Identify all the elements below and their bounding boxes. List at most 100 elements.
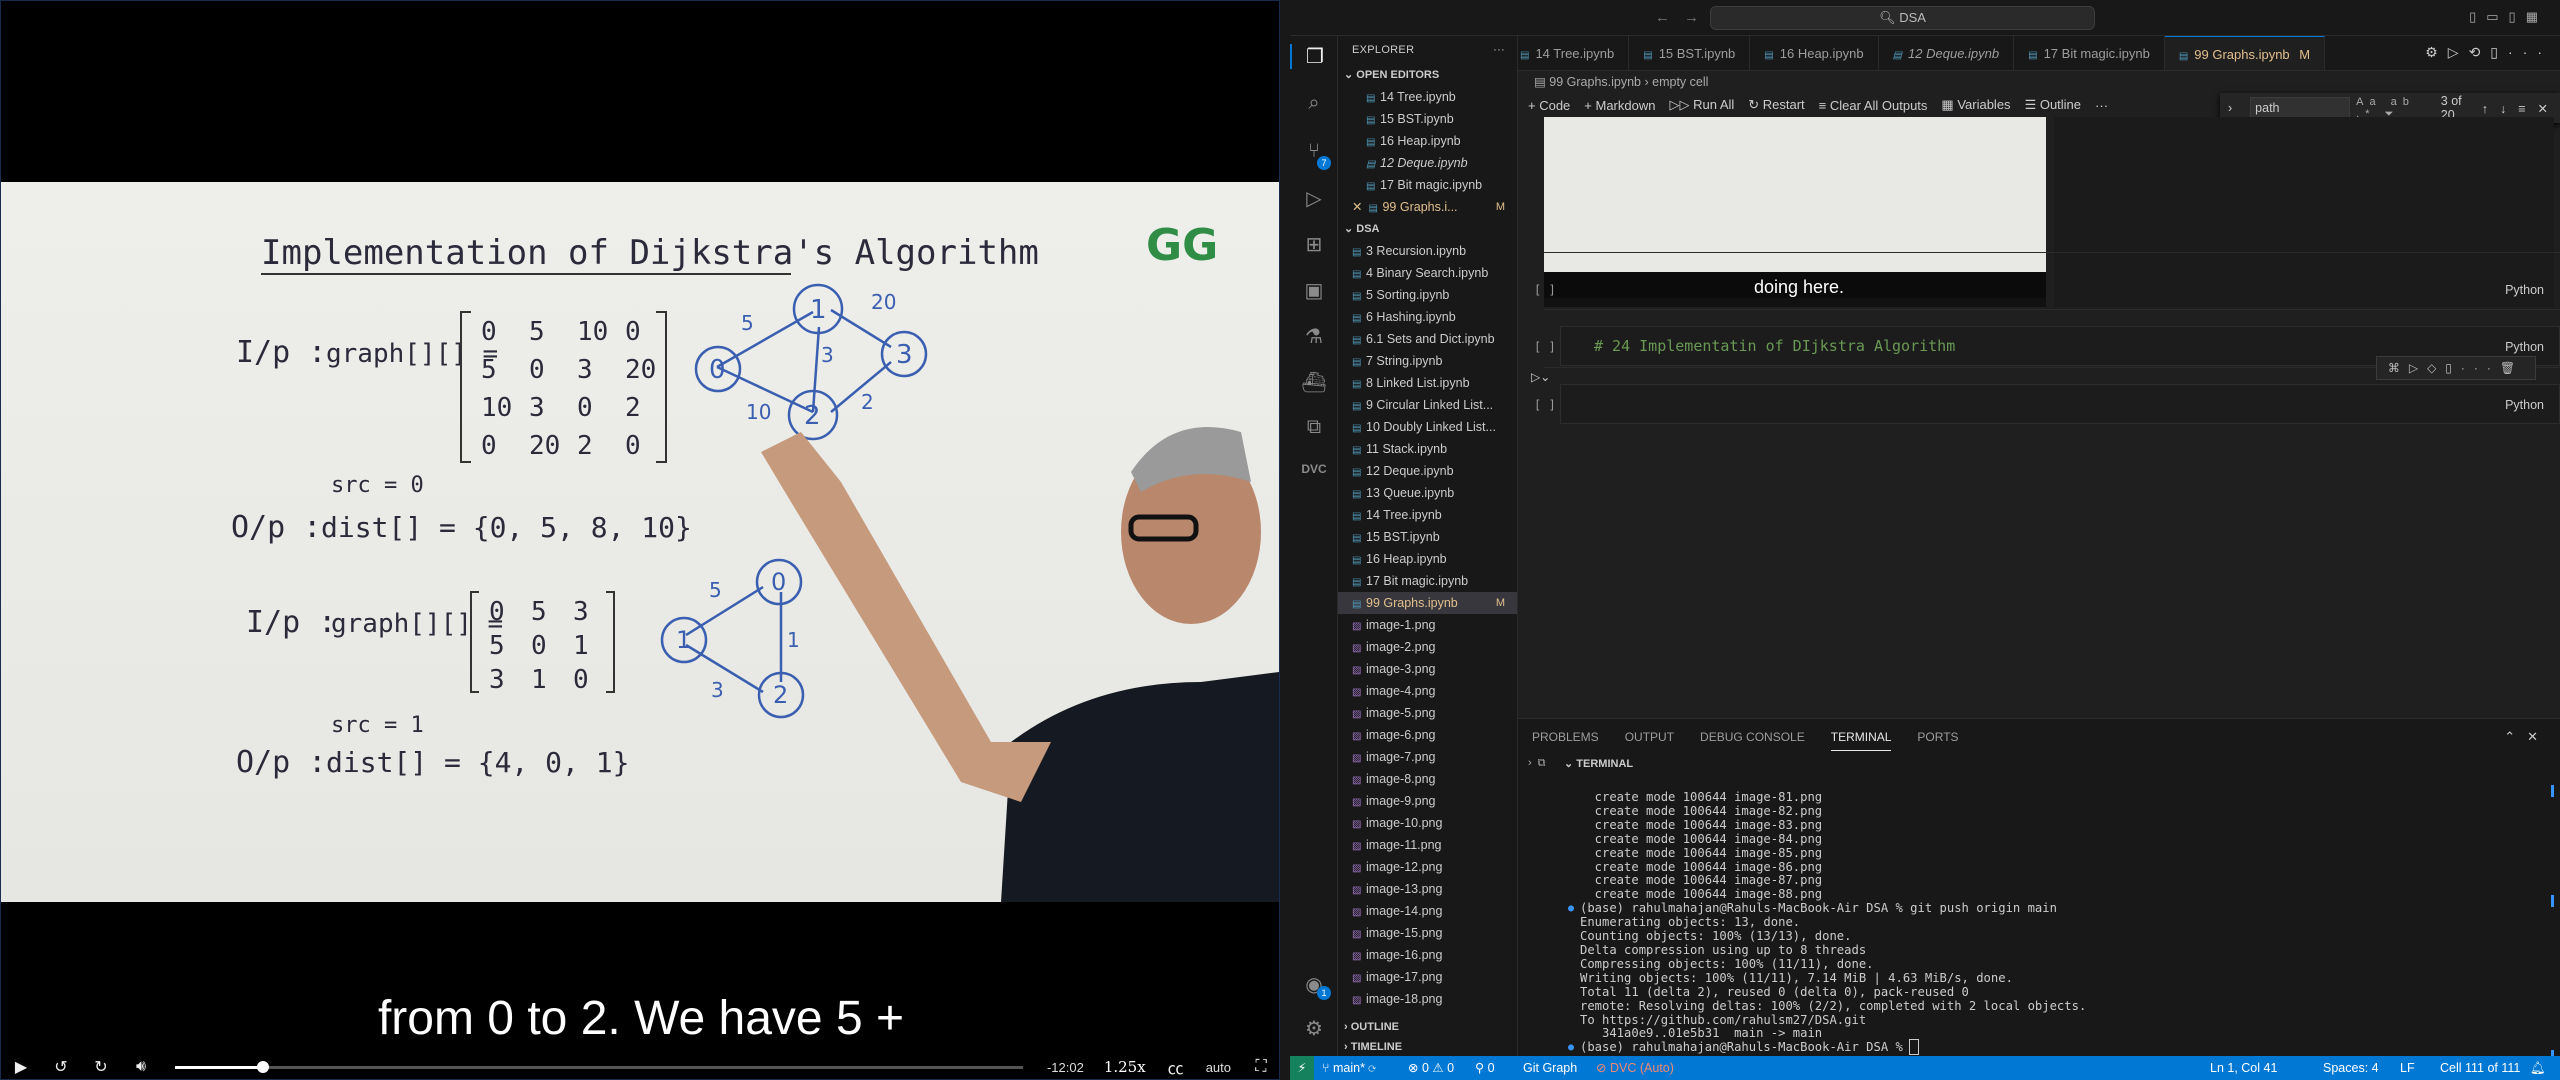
timeline-header[interactable]: › TIMELINE xyxy=(1338,1036,1517,1056)
branch-status[interactable]: ⑂ main* ⟳ xyxy=(1322,1056,1376,1080)
terminal-side-icons[interactable]: ›⧉ xyxy=(1528,757,1552,770)
toolbar-run-all-button[interactable]: ▷▷ Run All xyxy=(1669,97,1734,113)
settings-gear-icon[interactable]: ⚙ xyxy=(1290,1016,1338,1041)
file-item[interactable]: ▨ image-9.png xyxy=(1338,790,1517,812)
explorer-icon[interactable]: ❐ xyxy=(1290,44,1338,69)
open-editor-item[interactable]: ▤ 14 Tree.ipynb xyxy=(1338,86,1517,108)
file-item[interactable]: ▨ image-5.png xyxy=(1338,702,1517,724)
cell-status[interactable]: Cell 111 of 111 xyxy=(2440,1056,2520,1080)
nav-arrows[interactable]: ←→ xyxy=(1655,9,1713,26)
toolbar-variables-button[interactable]: ▦ Variables xyxy=(1941,97,2010,113)
file-item[interactable]: ▨ image-4.png xyxy=(1338,680,1517,702)
extensions-icon[interactable]: ⊞ xyxy=(1290,232,1338,257)
forward-icon[interactable]: ↻ xyxy=(81,1057,121,1077)
editor-tab[interactable]: ▤ 14 Tree.ipynb xyxy=(1518,36,1630,70)
toolbar-outline-button[interactable]: ☰ Outline xyxy=(2025,97,2081,113)
jupyter-icon[interactable]: ⧉ xyxy=(1290,416,1338,439)
panel-tab-debug-console[interactable]: DEBUG CONSOLE xyxy=(1700,724,1805,750)
file-item[interactable]: ▤ 8 Linked List.ipynb xyxy=(1338,372,1517,394)
file-item[interactable]: ▨ image-2.png xyxy=(1338,636,1517,658)
file-item[interactable]: ▤ 99 Graphs.ipynb M xyxy=(1338,592,1517,614)
docker-icon[interactable]: ⛴ xyxy=(1290,370,1338,395)
file-item[interactable]: ▨ image-13.png xyxy=(1338,878,1517,900)
file-item[interactable]: ▤ 3 Recursion.ipynb xyxy=(1338,240,1517,262)
panel-actions[interactable]: ⌃✕ xyxy=(2504,729,2550,745)
video-player[interactable]: Implementation of Dijkstra's Algorithm G… xyxy=(0,0,1280,1080)
source-control-icon[interactable]: ⑂ xyxy=(1290,140,1338,163)
file-item[interactable]: ▤ 16 Heap.ipynb xyxy=(1338,548,1517,570)
ports-status[interactable]: ⚲ 0 xyxy=(1475,1056,1495,1080)
file-item[interactable]: ▤ 7 String.ipynb xyxy=(1338,350,1517,372)
open-editor-item[interactable]: ▤ 15 BST.ipynb xyxy=(1338,108,1517,130)
open-editors-header[interactable]: ⌄ OPEN EDITORS xyxy=(1338,64,1517,86)
seek-bar[interactable] xyxy=(175,1060,1023,1073)
file-item[interactable]: ▤ 17 Bit magic.ipynb xyxy=(1338,570,1517,592)
toolbar--button[interactable]: ··· xyxy=(2095,98,2108,113)
cell-language[interactable]: Python xyxy=(2505,283,2544,297)
close-icon[interactable]: ✕ xyxy=(1352,200,1362,214)
panel-tab-problems[interactable]: PROBLEMS xyxy=(1532,724,1599,750)
more-icon[interactable]: ··· xyxy=(1493,36,1505,64)
terminal-output[interactable]: create mode 100644 image-81.png create m… xyxy=(1568,790,2540,1056)
volume-icon[interactable]: 🔊︎ xyxy=(121,1058,161,1076)
rewind-icon[interactable]: ↺ xyxy=(41,1057,81,1077)
outline-header[interactable]: › OUTLINE xyxy=(1338,1016,1517,1038)
file-item[interactable]: ▤ 15 BST.ipynb xyxy=(1338,526,1517,548)
remote-icon[interactable]: ⚡︎ xyxy=(1290,1056,1314,1080)
file-item[interactable]: ▤ 11 Stack.ipynb xyxy=(1338,438,1517,460)
file-item[interactable]: ▤ 5 Sorting.ipynb xyxy=(1338,284,1517,306)
cursor-position[interactable]: Ln 1, Col 41 xyxy=(2210,1056,2277,1080)
file-item[interactable]: ▤ 6 Hashing.ipynb xyxy=(1338,306,1517,328)
file-item[interactable]: ▨ image-10.png xyxy=(1338,812,1517,834)
notifications-icon[interactable]: 🔔︎ xyxy=(2530,1056,2546,1080)
run-debug-icon[interactable]: ▷ xyxy=(1290,186,1338,211)
breadcrumb-item[interactable]: ▤ 99 Graphs.ipynb xyxy=(1534,75,1641,89)
file-item[interactable]: ▨ image-6.png xyxy=(1338,724,1517,746)
file-item[interactable]: ▨ image-17.png xyxy=(1338,966,1517,988)
search-icon[interactable]: ⌕ xyxy=(1290,92,1338,115)
notebook-cell-1[interactable]: [ ] Python xyxy=(1534,252,2560,308)
file-item[interactable]: ▨ image-11.png xyxy=(1338,834,1517,856)
testing-icon[interactable]: ⚗ xyxy=(1290,324,1338,349)
file-item[interactable]: ▨ image-14.png xyxy=(1338,900,1517,922)
file-item[interactable]: ▨ image-18.png xyxy=(1338,988,1517,1010)
panel-tab-terminal[interactable]: TERMINAL xyxy=(1830,724,1892,751)
run-cell-icon[interactable]: ▷⌄ xyxy=(1531,370,1550,384)
file-item[interactable]: ▨ image-3.png xyxy=(1338,658,1517,680)
dvc-status[interactable]: ⊘ DVC (Auto) xyxy=(1596,1056,1674,1080)
chevron-right-icon[interactable]: › xyxy=(2228,101,2232,115)
file-item[interactable]: ▤ 12 Deque.ipynb xyxy=(1338,460,1517,482)
editor-tab[interactable]: ▤ 15 BST.ipynb xyxy=(1629,36,1751,70)
captions-icon[interactable]: ㏄ xyxy=(1156,1055,1196,1079)
file-item[interactable]: ▨ image-1.png xyxy=(1338,614,1517,636)
cell-editor[interactable] xyxy=(1560,384,2560,424)
file-item[interactable]: ▤ 9 Circular Linked List... xyxy=(1338,394,1517,416)
find-nav[interactable]: ↑↓≡✕ xyxy=(2482,101,2560,116)
cell-language[interactable]: Python xyxy=(2505,398,2544,412)
indent-status[interactable]: Spaces: 4 xyxy=(2323,1056,2379,1080)
editor-tab[interactable]: ▤ 99 Graphs.ipynb M xyxy=(2164,36,2326,70)
toolbar-restart-button[interactable]: ↻ Restart xyxy=(1748,97,1804,113)
toolbar-markdown-button[interactable]: + Markdown xyxy=(1584,98,1655,113)
file-item[interactable]: ▤ 13 Queue.ipynb xyxy=(1338,482,1517,504)
toolbar-clear-all-outputs-button[interactable]: ≡ Clear All Outputs xyxy=(1819,98,1928,113)
file-item[interactable]: ▨ image-7.png xyxy=(1338,746,1517,768)
file-item[interactable]: ▨ image-16.png xyxy=(1338,944,1517,966)
quality-setting[interactable]: auto xyxy=(1196,1060,1241,1075)
layout-icons[interactable]: ▯▭▯▦ xyxy=(2469,9,2548,25)
cell-language[interactable]: Python xyxy=(2505,340,2544,354)
file-item[interactable]: ▤ 4 Binary Search.ipynb xyxy=(1338,262,1517,284)
notebook-cell-3[interactable]: ⌘▷◇▯···🗑 ▷⌄ [ ] Python xyxy=(1531,356,2560,424)
file-item[interactable]: ▨ image-12.png xyxy=(1338,856,1517,878)
problems-status[interactable]: ⊗ 0 ⚠ 0 xyxy=(1408,1056,1454,1080)
play-icon[interactable]: ▶ xyxy=(1,1057,41,1077)
cell-toolbar[interactable]: ⌘▷◇▯···🗑 xyxy=(2376,356,2536,380)
window-divider[interactable] xyxy=(1280,0,1290,1080)
dvc-icon[interactable]: DVC xyxy=(1290,462,1338,476)
open-editor-item[interactable]: ▤ 12 Deque.ipynb xyxy=(1338,152,1517,174)
file-item[interactable]: ▨ image-8.png xyxy=(1338,768,1517,790)
open-editor-item[interactable]: ✕ ▤ 99 Graphs.i... M xyxy=(1338,196,1517,218)
playback-speed[interactable]: 1.25x xyxy=(1094,1058,1156,1076)
git-graph-status[interactable]: Git Graph xyxy=(1523,1056,1577,1080)
panel-tab-output[interactable]: OUTPUT xyxy=(1625,724,1674,750)
